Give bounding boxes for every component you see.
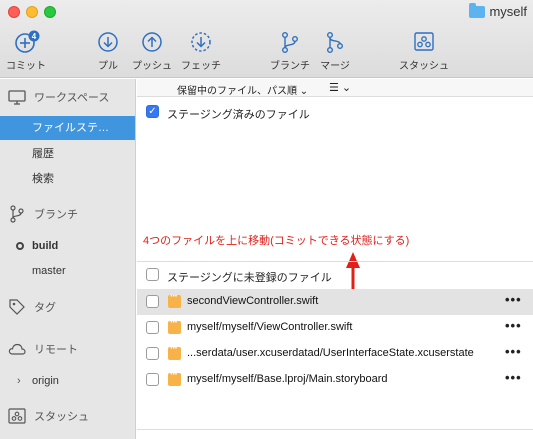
view-mode-dropdown[interactable]: ☰ ⌄ [329, 81, 351, 94]
file-name: myself/myself/Base.lproj/Main.storyboard [187, 373, 388, 385]
file-checkbox[interactable] [146, 321, 159, 334]
commit-badge: 4 [32, 32, 37, 41]
branch-icon [10, 205, 24, 223]
toolbar: myself 4 コミット プル プッシュ フェッチ ブランチ マージ スタッシ… [0, 0, 533, 78]
branch-button[interactable]: ブランチ [268, 30, 312, 72]
file-name: ...serdata/user.xcuserdatad/UserInterfac… [187, 347, 474, 359]
merge-label: マージ [320, 61, 350, 72]
staged-files-title: ステージング済みのファイル [167, 109, 310, 121]
commit-label: コミット [6, 61, 46, 72]
commit-button[interactable]: 4 コミット [6, 30, 46, 72]
sidebar-header-stashes: スタッシュ [8, 408, 89, 424]
sidebar-item-remote-origin[interactable]: › origin [0, 369, 135, 393]
more-options-icon[interactable]: ••• [505, 344, 522, 359]
annotation-text: 4つのファイルを上に移動(コミットできる状態にする) [143, 235, 410, 247]
close-window-button[interactable] [8, 6, 20, 18]
file-row[interactable]: secondViewController.swift ••• [137, 289, 533, 315]
fetch-icon [191, 32, 211, 52]
file-row[interactable]: myself/myself/Base.lproj/Main.storyboard… [137, 367, 533, 393]
modified-file-icon [168, 343, 181, 360]
commit-icon: 4 [15, 30, 40, 53]
zoom-window-button[interactable] [44, 6, 56, 18]
arrow-up-circle-icon [142, 32, 162, 52]
more-options-icon[interactable]: ••• [505, 292, 522, 307]
fetch-label: フェッチ [181, 61, 221, 72]
tag-icon [9, 299, 25, 315]
chevron-right-icon[interactable]: › [17, 369, 21, 393]
fetch-button[interactable]: フェッチ [181, 30, 221, 72]
pull-button[interactable]: プル [97, 30, 119, 72]
sidebar-header-remotes: リモート [8, 341, 78, 357]
sidebar-header-tags: タグ [8, 298, 56, 316]
file-status-panel: 保留中のファイル、パス順 ⌄ ☰ ⌄ ✓ ステージング済みのファイル 4つのファ… [137, 79, 533, 439]
remotes-header-label: リモート [34, 344, 78, 356]
push-label: プッシュ [132, 61, 172, 72]
file-name: myself/myself/ViewController.swift [187, 321, 353, 333]
stash-icon [8, 408, 26, 424]
sidebar: ワークスペース ファイルステ… 履歴 検索 ブランチ build master … [0, 79, 136, 439]
sidebar-item-file-status[interactable]: ファイルステ… [0, 116, 135, 140]
tags-header-label: タグ [34, 302, 56, 314]
file-checkbox[interactable] [146, 295, 159, 308]
stashes-header-label: スタッシュ [34, 411, 89, 423]
sidebar-header-workspace: ワークスペース [8, 89, 109, 105]
branch-build-label: build [32, 240, 59, 252]
file-row[interactable]: ...serdata/user.xcuserdatad/UserInterfac… [137, 341, 533, 367]
unstaged-files-checkbox[interactable] [146, 268, 159, 281]
file-row[interactable]: myself/myself/ViewController.swift ••• [137, 315, 533, 341]
stash-button[interactable]: スタッシュ [398, 30, 450, 72]
branch-icon [281, 32, 299, 54]
sidebar-header-branches: ブランチ [8, 205, 78, 223]
file-checkbox[interactable] [146, 373, 159, 386]
branches-header-label: ブランチ [34, 209, 78, 221]
file-checkbox[interactable] [146, 347, 159, 360]
modified-file-icon [168, 369, 181, 386]
current-branch-indicator [16, 242, 24, 250]
file-list-options-bar: 保留中のファイル、パス順 ⌄ ☰ ⌄ [137, 79, 533, 97]
pull-label: プル [98, 61, 118, 72]
monitor-icon [8, 89, 26, 105]
cloud-icon [8, 343, 26, 355]
minimize-window-button[interactable] [26, 6, 38, 18]
merge-icon [326, 32, 344, 54]
more-options-icon[interactable]: ••• [505, 370, 522, 385]
more-options-icon[interactable]: ••• [505, 318, 522, 333]
folder-icon [469, 2, 486, 18]
sort-order-dropdown[interactable]: 保留中のファイル、パス順 ⌄ [177, 82, 308, 97]
stash-label: スタッシュ [399, 61, 449, 72]
staged-files-checkbox[interactable]: ✓ [146, 105, 159, 118]
file-name: secondViewController.swift [187, 295, 319, 307]
branch-label: ブランチ [270, 61, 310, 72]
push-button[interactable]: プッシュ [132, 30, 172, 72]
sidebar-item-branch-master[interactable]: master [0, 259, 135, 283]
repo-title: myself [469, 2, 527, 19]
modified-file-icon [168, 317, 181, 334]
unstaged-files-section: ステージングに未登録のファイル secondViewController.swi… [137, 261, 533, 439]
repo-name: myself [489, 4, 527, 19]
stash-icon [414, 32, 434, 51]
remote-origin-label: origin [32, 375, 59, 387]
unstaged-files-title: ステージングに未登録のファイル [167, 272, 332, 284]
merge-button[interactable]: マージ [318, 30, 352, 72]
workspace-header-label: ワークスペース [34, 92, 110, 104]
modified-file-icon [168, 291, 181, 308]
arrow-down-circle-icon [98, 32, 118, 52]
sidebar-item-branch-build[interactable]: build [0, 234, 135, 258]
sidebar-item-search[interactable]: 検索 [0, 167, 135, 191]
sidebar-item-history[interactable]: 履歴 [0, 142, 135, 166]
divider [137, 429, 533, 430]
